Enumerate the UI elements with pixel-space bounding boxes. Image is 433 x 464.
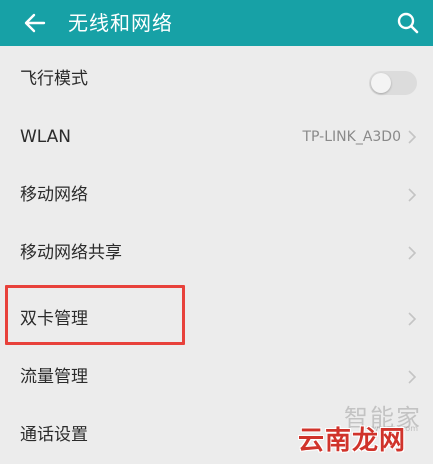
settings-screen: 无线和网络 飞行模式 WLAN TP-LINK_A3D0 移动网络 移动网络共享… xyxy=(0,0,433,464)
watermark: 智能家 www.znj.com 云南龙网 xyxy=(298,398,428,460)
airplane-mode-toggle[interactable] xyxy=(369,71,417,95)
setting-wlan[interactable]: WLAN TP-LINK_A3D0 xyxy=(0,108,433,166)
setting-tethering[interactable]: 移动网络共享 xyxy=(0,224,433,282)
setting-airplane-mode[interactable]: 飞行模式 xyxy=(0,50,433,108)
chevron-right-icon xyxy=(408,370,417,384)
page-title: 无线和网络 xyxy=(68,11,173,35)
back-button[interactable] xyxy=(20,8,50,38)
watermark-logo: 云南龙网 xyxy=(298,426,407,456)
setting-label: 流量管理 xyxy=(20,367,88,387)
setting-label: 通话设置 xyxy=(20,425,88,445)
setting-label: WLAN xyxy=(20,127,72,147)
setting-label: 飞行模式 xyxy=(20,69,88,89)
chevron-right-icon xyxy=(408,312,417,326)
setting-label: 双卡管理 xyxy=(20,309,88,329)
chevron-right-icon xyxy=(408,246,417,260)
setting-mobile-network[interactable]: 移动网络 xyxy=(0,166,433,224)
wlan-network-name: TP-LINK_A3D0 xyxy=(302,129,402,145)
toggle-knob xyxy=(371,73,391,93)
chevron-right-icon xyxy=(408,188,417,202)
setting-label: 移动网络共享 xyxy=(20,243,122,263)
search-button[interactable] xyxy=(393,8,423,38)
arrow-left-icon xyxy=(24,13,46,33)
setting-label: 移动网络 xyxy=(20,185,88,205)
search-icon xyxy=(397,12,419,34)
setting-dual-sim[interactable]: 双卡管理 xyxy=(0,290,433,348)
chevron-right-icon xyxy=(408,130,417,144)
app-bar: 无线和网络 xyxy=(0,0,433,46)
